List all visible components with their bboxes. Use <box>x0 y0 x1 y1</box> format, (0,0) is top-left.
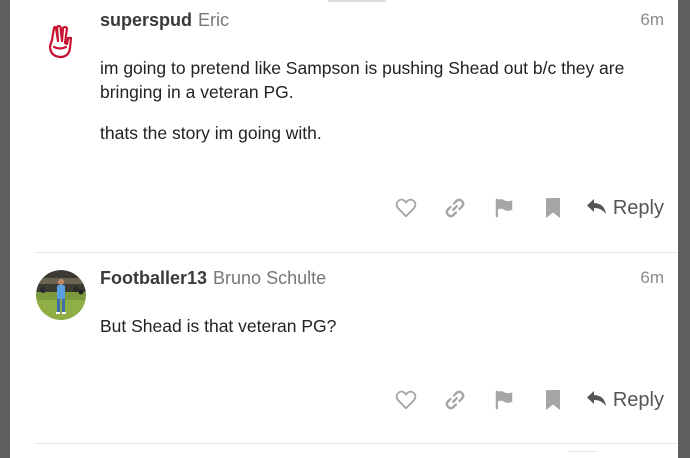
flag-icon[interactable] <box>492 388 516 412</box>
hand-w-logo-icon <box>48 24 73 59</box>
reply-button[interactable]: Reply <box>586 389 664 412</box>
reply-arrow-icon <box>586 199 606 214</box>
avatar[interactable] <box>36 270 86 320</box>
heart-icon[interactable] <box>394 196 418 220</box>
reply-label: Reply <box>612 196 664 219</box>
username[interactable]: superspud <box>100 10 192 30</box>
post-body: But Shead is that veteran PG? <box>100 314 660 355</box>
post-paragraph: thats the story im going with. <box>100 123 322 143</box>
post-meta: Footballer13 Bruno Schulte <box>100 268 326 289</box>
topic-panel: superspud Eric 6m im going to pretend lik… <box>10 0 678 458</box>
post-actions: Reply <box>394 194 664 222</box>
post: superspud Eric 6m im going to pretend lik… <box>10 0 678 252</box>
heart-icon[interactable] <box>394 388 418 412</box>
bookmark-icon[interactable] <box>541 388 565 412</box>
reply-arrow-icon <box>586 391 606 406</box>
post-actions: Reply <box>394 386 664 414</box>
user-full-name: Bruno Schulte <box>213 268 327 288</box>
bookmark-icon[interactable] <box>541 196 565 220</box>
football-player-photo <box>36 270 86 320</box>
post-time[interactable]: 6m <box>640 268 664 288</box>
link-icon[interactable] <box>443 196 467 220</box>
post-time[interactable]: 6m <box>640 10 664 30</box>
post-paragraph: But Shead is that veteran PG? <box>100 316 337 336</box>
post-body: im going to pretend like Sampson is push… <box>100 56 660 162</box>
avatar[interactable] <box>36 16 86 66</box>
link-icon[interactable] <box>443 388 467 412</box>
reply-button[interactable]: Reply <box>586 197 664 220</box>
post-divider <box>34 443 678 444</box>
post-meta: superspud Eric <box>100 10 229 31</box>
user-full-name: Eric <box>198 10 230 30</box>
flag-icon[interactable] <box>492 196 516 220</box>
post: Footballer13 Bruno Schulte 6m But Shead i… <box>10 252 678 444</box>
username[interactable]: Footballer13 <box>100 268 207 288</box>
post-paragraph: im going to pretend like Sampson is push… <box>100 58 625 102</box>
next-post-fragment <box>568 451 598 458</box>
reply-label: Reply <box>612 388 664 411</box>
